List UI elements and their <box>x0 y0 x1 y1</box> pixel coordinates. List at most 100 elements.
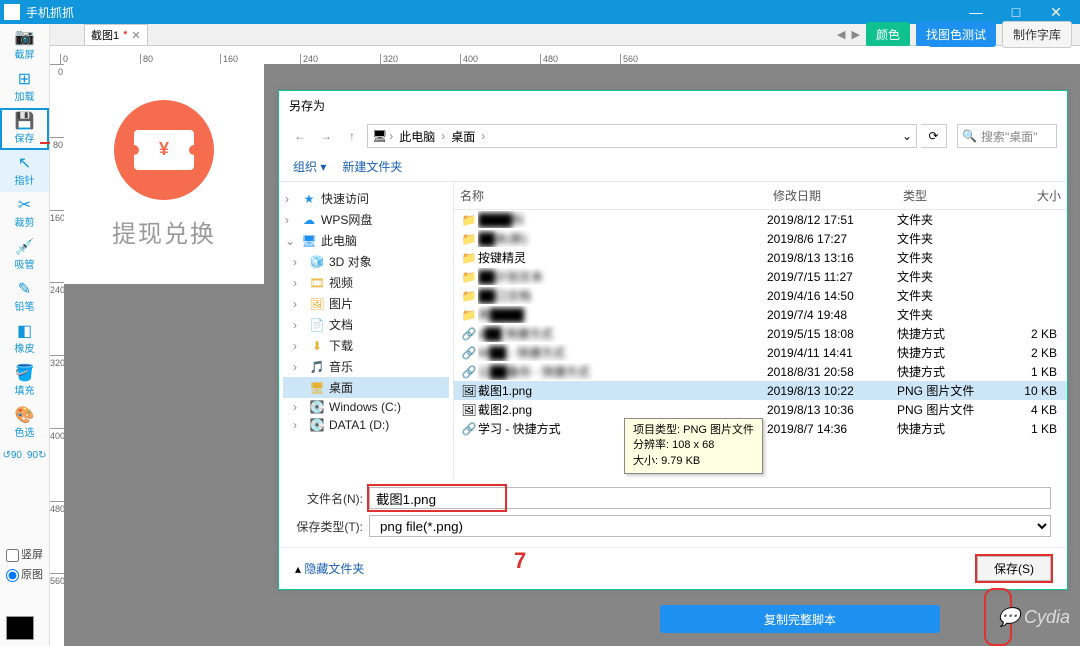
tool-crop[interactable]: ✂裁剪 <box>0 192 49 234</box>
tree-item[interactable]: ›🎵音乐 <box>283 356 449 377</box>
ruler-horizontal: 080160240320400480560 <box>60 46 930 64</box>
thumbnail-caption: 提现兑换 <box>112 214 216 249</box>
dialog-toolbar: 组织 ▾ 新建文件夹 <box>279 152 1067 182</box>
file-row[interactable]: 📁██本(新)2019/8/6 17:27文件夹 <box>454 229 1067 248</box>
tree-item[interactable]: ›💽DATA1 (D:) <box>283 416 449 434</box>
coupon-icon: ¥ <box>114 100 214 200</box>
tool-eraser[interactable]: ◧橡皮 <box>0 318 49 360</box>
tool-fill[interactable]: 🪣填充 <box>0 360 49 402</box>
tree-item[interactable]: ›📄文档 <box>283 314 449 335</box>
file-list-header: 名称 修改日期 类型 大小 <box>454 182 1067 210</box>
annotation-7: 7 <box>514 548 526 574</box>
search-input[interactable]: 🔍搜索"桌面" <box>957 124 1057 148</box>
pc-icon: 🖥 <box>372 129 387 143</box>
tool-pencil[interactable]: ✎铅笔 <box>0 276 49 318</box>
tree-item[interactable]: ›🖼图片 <box>283 293 449 314</box>
dialog-nav: ← → ↑ 🖥 › 此电脑 › 桌面 › ⌄ ⟳ 🔍搜索"桌面" <box>279 120 1067 152</box>
app-icon <box>4 4 20 20</box>
file-row[interactable]: 📁用████2019/7/4 19:48文件夹 <box>454 305 1067 324</box>
file-row[interactable]: 🔗d██ 快捷方式2019/5/15 18:08快捷方式2 KB <box>454 324 1067 343</box>
tab-label: 截图1 <box>91 27 119 43</box>
file-row[interactable]: 🔗W██ - 快捷方式2019/4/11 14:41快捷方式2 KB <box>454 343 1067 362</box>
folder-tree[interactable]: ›★快速访问›☁WPS网盘⌄🖥此电脑›🧊3D 对象›🎞视频›🖼图片›📄文档›⬇下… <box>279 182 454 479</box>
file-list[interactable]: 名称 修改日期 类型 大小 📁████科2019/8/12 17:51文件夹📁█… <box>454 182 1067 479</box>
original-radio-row[interactable]: 原图 <box>0 566 49 582</box>
pointer-icon: ↖ <box>18 156 31 172</box>
save-button[interactable]: 保存(S) <box>977 556 1051 581</box>
new-folder-button[interactable]: 新建文件夹 <box>342 158 402 175</box>
rotate-right-button[interactable]: 90↻ <box>25 444 50 466</box>
nav-forward-button[interactable]: → <box>315 125 337 147</box>
original-radio[interactable] <box>6 569 19 582</box>
make-font-button[interactable]: 制作字库 <box>1002 21 1072 48</box>
app-title: 手机抓抓 <box>26 4 956 21</box>
bucket-icon: 🪣 <box>15 366 35 382</box>
watermark: 💬Cydia <box>998 607 1070 628</box>
tool-eyedropper[interactable]: 💉吸管 <box>0 234 49 276</box>
add-icon: ⊞ <box>18 72 31 88</box>
ruler-vertical: 080160240320400480560 <box>50 64 64 646</box>
tab-scroll-right[interactable]: ▶ <box>851 28 859 41</box>
color-button[interactable]: 颜色 <box>866 22 910 47</box>
tab-scroll-left[interactable]: ◀ <box>837 28 845 41</box>
tab-close-icon[interactable]: ✕ <box>131 29 140 42</box>
pencil-icon: ✎ <box>18 282 31 298</box>
tool-pointer[interactable]: ↖指针 <box>0 150 49 192</box>
breadcrumb-dropdown-icon[interactable]: ⌄ <box>902 129 912 143</box>
dirty-indicator: * <box>123 29 127 41</box>
file-row[interactable]: 🖼截图1.png2019/8/13 10:22PNG 图片文件10 KB <box>454 381 1067 400</box>
palette-icon: 🎨 <box>15 408 35 424</box>
minimize-button[interactable]: — <box>956 0 996 24</box>
file-row[interactable]: 🔗公██备份 - 快捷方式2018/8/31 20:58快捷方式1 KB <box>454 362 1067 381</box>
filetype-label: 保存类型(T): <box>295 518 369 535</box>
camera-icon: 📷 <box>15 30 35 46</box>
col-type[interactable]: 类型 <box>897 185 1007 206</box>
nav-up-button[interactable]: ↑ <box>341 125 363 147</box>
titlebar: 手机抓抓 — □ ✕ <box>0 0 1080 24</box>
scissors-icon: ✂ <box>18 198 31 214</box>
find-color-test-button[interactable]: 找图色测试 <box>916 22 996 47</box>
breadcrumb[interactable]: 🖥 › 此电脑 › 桌面 › ⌄ <box>367 124 917 148</box>
col-date[interactable]: 修改日期 <box>767 185 897 206</box>
tab-bar: 截图1 * ✕ ◀ ▶ 颜色 找图色测试 制作字库 <box>50 24 1080 46</box>
nav-back-button[interactable]: ← <box>289 125 311 147</box>
rotate-left-button[interactable]: ↺90 <box>0 444 25 466</box>
col-size[interactable]: 大小 <box>1007 185 1067 206</box>
file-row[interactable]: 📁按键精灵2019/8/13 13:16文件夹 <box>454 248 1067 267</box>
col-name[interactable]: 名称 <box>454 185 767 206</box>
file-row[interactable]: 🖼截图2.png2019/8/13 10:36PNG 图片文件4 KB <box>454 400 1067 419</box>
portrait-checkbox-row[interactable]: 竖屏 <box>0 546 49 562</box>
hide-folders-toggle[interactable]: ▴ 隐藏文件夹 <box>295 560 364 577</box>
tool-load[interactable]: ⊞加载 <box>0 66 49 108</box>
tree-item[interactable]: ›⬇下载 <box>283 335 449 356</box>
eyedropper-icon: 💉 <box>15 240 35 256</box>
organize-menu[interactable]: 组织 ▾ <box>293 158 326 175</box>
save-as-dialog: 另存为 ← → ↑ 🖥 › 此电脑 › 桌面 › ⌄ ⟳ 🔍搜索"桌面" 组织 … <box>278 90 1068 590</box>
tool-screenshot[interactable]: 📷截屏 <box>0 24 49 66</box>
breadcrumb-desktop[interactable]: 桌面 <box>447 128 479 145</box>
color-swatch[interactable] <box>6 616 34 640</box>
file-row[interactable]: 📁████科2019/8/12 17:51文件夹 <box>454 210 1067 229</box>
tree-item[interactable]: ⌄🖥此电脑 <box>283 230 449 251</box>
file-tooltip: 项目类型: PNG 图片文件 分辨率: 108 x 68 大小: 9.79 KB <box>624 418 763 474</box>
tree-item[interactable]: 🖥桌面 <box>283 377 449 398</box>
file-row[interactable]: 📁██口文档2019/4/16 14:50文件夹 <box>454 286 1067 305</box>
copy-script-button[interactable]: 复制完整脚本 <box>660 605 940 633</box>
tree-item[interactable]: ›🎞视频 <box>283 272 449 293</box>
screenshot-thumbnail: ¥ 提现兑换 <box>64 64 264 284</box>
refresh-button[interactable]: ⟳ <box>921 124 947 148</box>
save-icon: 💾 <box>15 114 35 130</box>
document-tab[interactable]: 截图1 * ✕ <box>84 24 148 45</box>
tree-item[interactable]: ›💽Windows (C:) <box>283 398 449 416</box>
filename-label: 文件名(N): <box>295 490 369 507</box>
tree-item[interactable]: ›🧊3D 对象 <box>283 251 449 272</box>
filetype-select[interactable]: png file(*.png) <box>369 515 1051 537</box>
tool-colorpick[interactable]: 🎨色选 <box>0 402 49 444</box>
breadcrumb-pc[interactable]: 此电脑 <box>395 128 439 145</box>
eraser-icon: ◧ <box>17 324 32 340</box>
tree-item[interactable]: ›★快速访问 <box>283 188 449 209</box>
portrait-checkbox[interactable] <box>6 549 19 562</box>
dialog-title: 另存为 <box>279 91 1067 120</box>
tree-item[interactable]: ›☁WPS网盘 <box>283 209 449 230</box>
file-row[interactable]: 📁██计划文本2019/7/15 11:27文件夹 <box>454 267 1067 286</box>
